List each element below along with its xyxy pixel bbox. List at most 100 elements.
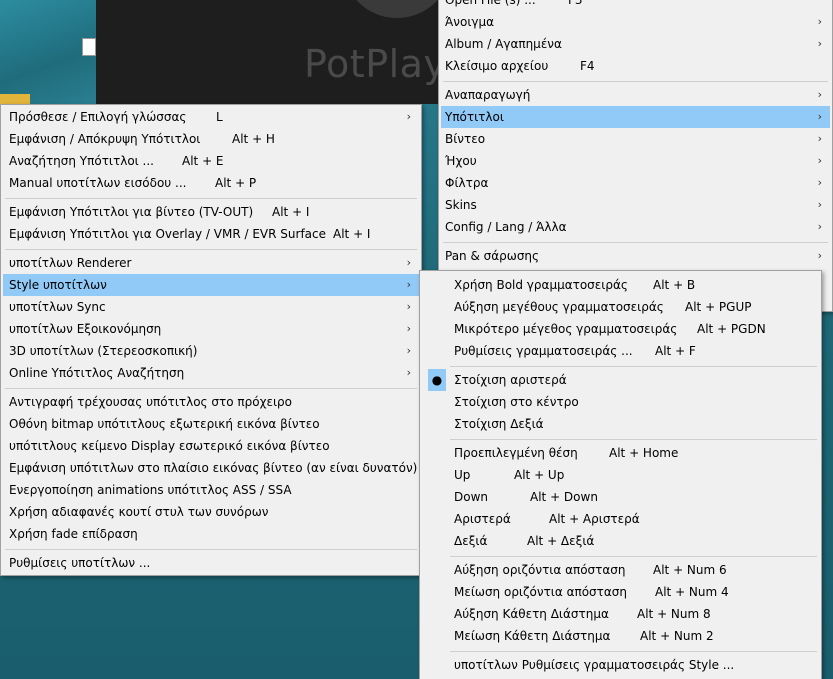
chevron-right-icon: › xyxy=(817,110,822,123)
menu-item-video[interactable]: Βίντεο › xyxy=(441,128,830,150)
sub-item-manual-input[interactable]: Manual υποτίτλων εισόδου ... Alt + P xyxy=(3,172,419,194)
menu-item-open[interactable]: Άνοιγμα › xyxy=(441,11,830,33)
style-item-align-right[interactable]: Στοίχιση Δεξιά xyxy=(422,413,819,435)
menu-item-shortcut: L xyxy=(216,110,223,124)
menu-item-shortcut: Alt + Num 8 xyxy=(637,607,711,621)
style-submenu: Χρήση Bold γραμματοσειράς Alt + B Αύξηση… xyxy=(419,270,822,679)
menu-item-skins[interactable]: Skins › xyxy=(441,194,830,216)
menu-item-shortcut: Alt + I xyxy=(272,205,310,219)
style-item-up[interactable]: Up Alt + Up xyxy=(422,464,819,486)
style-item-font-settings[interactable]: Ρυθμίσεις γραμματοσειράς ... Alt + F xyxy=(422,340,819,362)
chevron-right-icon: › xyxy=(406,366,411,379)
menu-item-shortcut: Alt + PGUP xyxy=(685,300,752,314)
menu-item-filters[interactable]: Φίλτρα › xyxy=(441,172,830,194)
chevron-right-icon: › xyxy=(817,132,822,145)
menu-item-shortcut: Alt + Up xyxy=(514,468,565,482)
menu-separator xyxy=(450,366,817,367)
menu-item-label: Skins xyxy=(445,198,477,212)
style-item-increase-horizontal[interactable]: Αύξηση οριζόντια απόσταση Alt + Num 6 xyxy=(422,559,819,581)
menu-item-label: Album / Αγαπημένα xyxy=(445,37,562,51)
menu-item-playback[interactable]: Αναπαραγωγή › xyxy=(441,84,830,106)
menu-item-label: Κλείσιμο αρχείου xyxy=(445,59,549,73)
menu-item-label: Down xyxy=(454,490,489,504)
menu-item-shortcut: Alt + Num 6 xyxy=(653,563,727,577)
menu-item-label: 3D υποτίτλων (Στερεοσκοπική) xyxy=(9,344,198,358)
menu-item-label: Μικρότερο μέγεθος γραμματοσειράς xyxy=(454,322,678,336)
menu-item-label: Online Υπότιτλος Αναζήτηση xyxy=(9,366,185,380)
style-item-style-font-settings[interactable]: υποτίτλων Ρυθμίσεις γραμματοσειράς Style… xyxy=(422,654,819,676)
style-item-right[interactable]: Δεξιά Alt + Δεξιά xyxy=(422,530,819,552)
sub-item-style[interactable]: Style υποτίτλων › xyxy=(3,274,419,296)
menu-item-shortcut: Alt + H xyxy=(232,132,275,146)
menu-item-label: Αντιγραφή τρέχουσας υπότιτλος στο πρόχει… xyxy=(9,395,293,409)
sub-item-renderer[interactable]: υποτίτλων Renderer › xyxy=(3,252,419,274)
menu-item-label: υποτίτλων Ρυθμίσεις γραμματοσειράς Style… xyxy=(454,658,735,672)
style-item-default-position[interactable]: Προεπιλεγμένη θέση Alt + Home xyxy=(422,442,819,464)
chevron-right-icon: › xyxy=(817,15,822,28)
sub-item-search[interactable]: Αναζήτηση Υπότιτλοι ... Alt + E xyxy=(3,150,419,172)
menu-item-label: Χρήση fade επίδραση xyxy=(9,527,138,541)
style-item-increase-vertical[interactable]: Αύξηση Κάθετη Διάστημα Alt + Num 8 xyxy=(422,603,819,625)
menu-item-shortcut: Alt + Num 2 xyxy=(640,629,714,643)
menu-item-label: υποτίτλων Sync xyxy=(9,300,106,314)
menu-item-label: υπότιτλους κείμενο Display εσωτερικό εικ… xyxy=(9,439,330,453)
sub-item-show-hide[interactable]: Εμφάνιση / Απόκρυψη Υπότιτλοι Alt + H xyxy=(3,128,419,150)
sub-item-show-overlay[interactable]: Εμφάνιση Υπότιτλοι για Overlay / VMR / E… xyxy=(3,223,419,245)
style-item-decrease-size[interactable]: Μικρότερο μέγεθος γραμματοσειράς Alt + P… xyxy=(422,318,819,340)
chevron-right-icon: › xyxy=(406,110,411,123)
menu-item-label: Εμφάνιση Υπότιτλοι για Overlay / VMR / E… xyxy=(9,227,326,241)
sub-item-3d[interactable]: 3D υποτίτλων (Στερεοσκοπική) › xyxy=(3,340,419,362)
menu-separator xyxy=(450,556,817,557)
menu-item-pan-scan[interactable]: Pan & σάρωσης › xyxy=(441,245,830,267)
menu-separator xyxy=(5,198,417,199)
style-item-align-left[interactable]: ● Στοίχιση αριστερά xyxy=(422,369,819,391)
style-item-bold[interactable]: Χρήση Bold γραμματοσειράς Alt + B xyxy=(422,274,819,296)
menu-item-label: Χρήση Bold γραμματοσειράς xyxy=(454,278,628,292)
menu-item-label: Άνοιγμα xyxy=(445,15,495,29)
menu-item-close-file[interactable]: Κλείσιμο αρχείου F4 xyxy=(441,55,830,77)
sub-item-online-search[interactable]: Online Υπότιτλος Αναζήτηση › xyxy=(3,362,419,384)
menu-item-label: Εμφάνιση Υπότιτλοι για βίντεο (TV-OUT) xyxy=(9,205,254,219)
chevron-right-icon: › xyxy=(817,220,822,233)
radio-dot-icon: ● xyxy=(428,369,446,391)
menu-item-open-file[interactable]: Open File (s) ... F3 xyxy=(441,0,830,11)
style-item-increase-size[interactable]: Αύξηση μεγέθους γραμματοσειράς Alt + PGU… xyxy=(422,296,819,318)
menu-item-audio[interactable]: Ήχου › xyxy=(441,150,830,172)
sub-item-text-inside[interactable]: υπότιτλους κείμενο Display εσωτερικό εικ… xyxy=(3,435,419,457)
sub-item-opaque-box[interactable]: Χρήση αδιαφανές κουτί στυλ των συνόρων xyxy=(3,501,419,523)
chevron-right-icon: › xyxy=(817,154,822,167)
sub-item-save[interactable]: υποτίτλων Εξοικονόμηση › xyxy=(3,318,419,340)
sub-item-add-select-language[interactable]: Πρόσθεσε / Επιλογή γλώσσας L › xyxy=(3,106,419,128)
menu-item-shortcut: Alt + PGDN xyxy=(697,322,766,336)
menu-item-shortcut: Alt + Δεξιά xyxy=(527,534,595,548)
menu-item-shortcut: F3 xyxy=(568,0,583,7)
desktop-icon-label: CS xyxy=(84,44,94,52)
sub-item-bitmap-outside[interactable]: Οθόνη bitmap υπότιτλους εξωτερική εικόνα… xyxy=(3,413,419,435)
menu-item-label: Ενεργοποίηση animations υπότιτλος ASS / … xyxy=(9,483,292,497)
menu-item-label: Αριστερά xyxy=(454,512,511,526)
menu-separator xyxy=(5,388,417,389)
sub-item-subtitle-settings[interactable]: Ρυθμίσεις υποτίτλων ... xyxy=(3,552,419,574)
menu-item-label: Αύξηση οριζόντια απόσταση xyxy=(454,563,626,577)
sub-item-copy-clipboard[interactable]: Αντιγραφή τρέχουσας υπότιτλος στο πρόχει… xyxy=(3,391,419,413)
style-item-align-center[interactable]: Στοίχιση στο κέντρο xyxy=(422,391,819,413)
chevron-right-icon: › xyxy=(817,198,822,211)
sub-item-show-in-frame[interactable]: Εμφάνιση υπότιτλων στο πλαίσιο εικόνας β… xyxy=(3,457,419,479)
sub-item-show-tv-out[interactable]: Εμφάνιση Υπότιτλοι για βίντεο (TV-OUT) A… xyxy=(3,201,419,223)
menu-item-label: Πρόσθεσε / Επιλογή γλώσσας xyxy=(9,110,187,124)
style-item-decrease-horizontal[interactable]: Μείωση οριζόντια απόσταση Alt + Num 4 xyxy=(422,581,819,603)
menu-item-config-lang-other[interactable]: Config / Lang / Άλλα › xyxy=(441,216,830,238)
menu-item-label: Εμφάνιση υπότιτλων στο πλαίσιο εικόνας β… xyxy=(9,461,418,475)
sub-item-fade-effect[interactable]: Χρήση fade επίδραση xyxy=(3,523,419,545)
style-item-down[interactable]: Down Alt + Down xyxy=(422,486,819,508)
style-item-decrease-vertical[interactable]: Μείωση Κάθετη Διάστημα Alt + Num 2 xyxy=(422,625,819,647)
sub-item-ass-animations[interactable]: Ενεργοποίηση animations υπότιτλος ASS / … xyxy=(3,479,419,501)
menu-item-subtitles[interactable]: Υπότιτλοι › xyxy=(441,106,830,128)
menu-item-label: Style υποτίτλων xyxy=(9,278,107,292)
style-item-left[interactable]: Αριστερά Alt + Αριστερά xyxy=(422,508,819,530)
menu-separator xyxy=(450,651,817,652)
menu-item-label: Βίντεο xyxy=(445,132,486,146)
menu-item-album-favorites[interactable]: Album / Αγαπημένα › xyxy=(441,33,830,55)
sub-item-sync[interactable]: υποτίτλων Sync › xyxy=(3,296,419,318)
menu-separator xyxy=(450,439,817,440)
